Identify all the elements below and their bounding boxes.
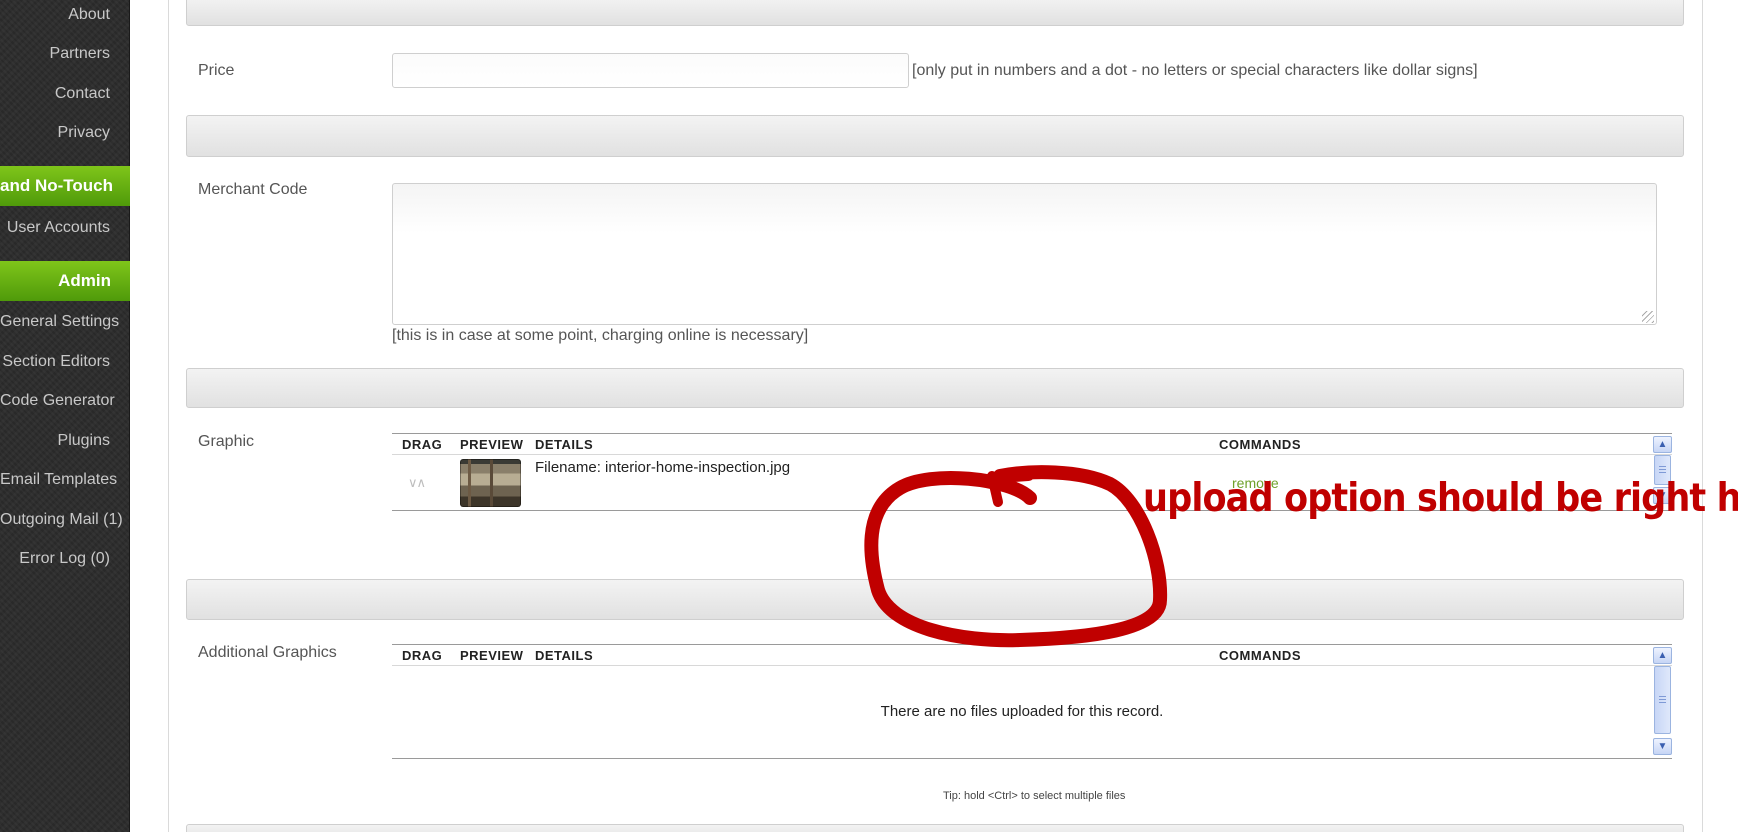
red-circle-annotation <box>864 465 1168 648</box>
annotation-text: upload option should be right here <box>1143 476 1738 521</box>
